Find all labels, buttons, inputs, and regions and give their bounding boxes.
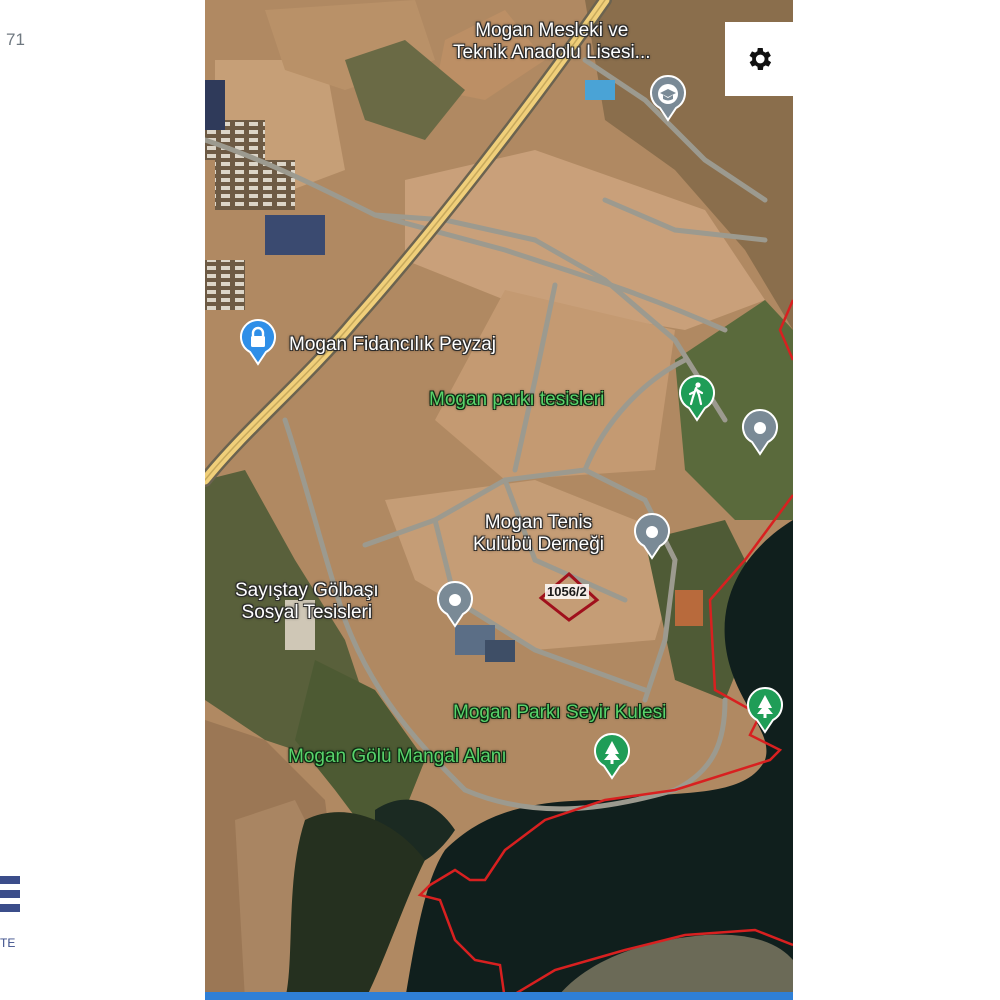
lock-icon[interactable]	[238, 318, 278, 366]
place-label-fidancilik[interactable]: Mogan Fidancılık Peyzaj	[289, 334, 496, 356]
place-icon[interactable]	[740, 408, 780, 456]
school-icon[interactable]	[648, 74, 688, 122]
satellite-map[interactable]: Mogan Mesleki ve Teknik Anadolu Lisesi..…	[205, 0, 793, 1000]
place-label-line: Sosyal Tesisleri	[241, 602, 373, 623]
place-label-line: Kulübü Derneği	[473, 534, 604, 555]
place-label-tenis[interactable]: Mogan Tenis Kulübü Derneği	[473, 512, 604, 556]
parcel-label[interactable]: 1056/2	[545, 584, 589, 599]
cropped-text-fragment: 71	[6, 30, 25, 49]
hiking-icon[interactable]	[677, 374, 717, 422]
place-label-mangal[interactable]: Mogan Gölü Mangal Alanı	[288, 746, 507, 768]
place-label-line: Mogan Fidancılık Peyzaj	[289, 334, 496, 355]
bottom-bar	[205, 992, 793, 1000]
place-icon[interactable]	[632, 512, 672, 560]
tree-icon[interactable]	[592, 732, 632, 780]
place-label-sayistay[interactable]: Sayıştay Gölbaşı Sosyal Tesisleri	[235, 580, 379, 624]
place-label-line: Mogan Mesleki ve	[475, 20, 629, 41]
map-settings-button[interactable]	[725, 22, 793, 96]
place-label-line: Teknik Anadolu Lisesi...	[453, 42, 651, 63]
place-label-okul[interactable]: Mogan Mesleki ve Teknik Anadolu Lisesi..…	[453, 20, 651, 64]
gear-icon	[749, 48, 772, 70]
logo-text-fragment: TE	[0, 936, 16, 950]
place-label-park-tesisleri[interactable]: Mogan parkı tesisleri	[429, 389, 604, 411]
tree-icon[interactable]	[745, 686, 785, 734]
place-icon[interactable]	[435, 580, 475, 628]
place-label-line: Sayıştay Gölbaşı	[235, 580, 379, 601]
map-imagery	[205, 0, 793, 1000]
logo-fragment	[0, 876, 20, 928]
place-label-line: Mogan Gölü Mangal Alanı	[288, 746, 507, 767]
place-label-line: Mogan Parkı Seyir Kulesi	[453, 702, 667, 723]
place-label-line: Mogan parkı tesisleri	[429, 389, 605, 410]
place-label-seyir-kulesi[interactable]: Mogan Parkı Seyir Kulesi	[453, 702, 666, 724]
place-label-line: Mogan Tenis	[484, 512, 593, 533]
